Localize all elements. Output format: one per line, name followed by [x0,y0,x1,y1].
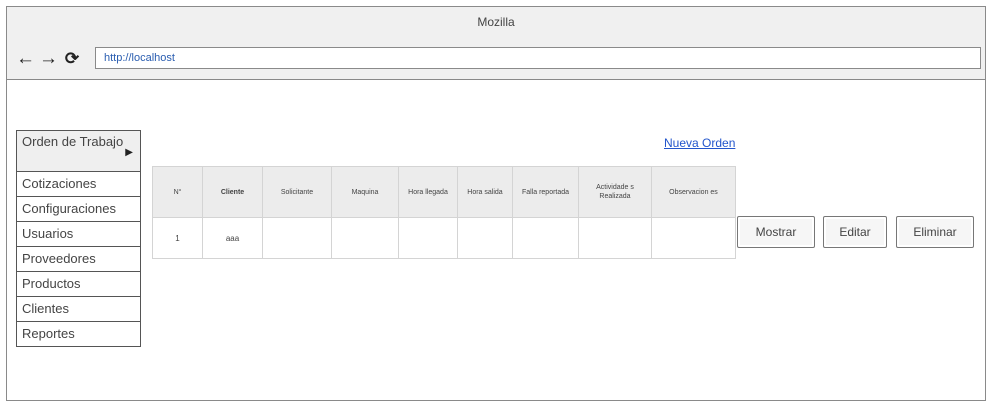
delete-button[interactable]: Eliminar [896,216,974,248]
table-header-row: N° Cliente Solicitante Maquina Hora lleg… [152,166,736,218]
edit-button[interactable]: Editar [823,216,887,248]
table-cell [398,217,458,259]
back-icon[interactable]: ← [16,49,35,69]
table-cell: 1 [152,217,203,259]
sidebar-item-cotizaciones[interactable]: Cotizaciones [16,172,141,197]
table-cell [512,217,579,259]
reload-icon[interactable]: ⟳ [63,49,81,69]
column-header-solicitante: Solicitante [262,166,332,218]
sidebar-item-label: Reportes [22,326,75,341]
table-cell: aaa [202,217,263,259]
column-header-falla-reportada: Falla reportada [512,166,579,218]
table-cell [651,217,736,259]
window-title: Mozilla [477,15,515,29]
sidebar-item-productos[interactable]: Productos [16,272,141,297]
navigation-bar: ← → ⟳ http://localhost [7,41,985,80]
sidebar-item-proveedores[interactable]: Proveedores [16,247,141,272]
title-bar: Mozilla [7,7,985,42]
orders-table: N° Cliente Solicitante Maquina Hora lleg… [152,166,736,259]
new-order-link[interactable]: Nueva Orden [664,136,735,150]
sidebar-item-reportes[interactable]: Reportes [16,322,141,347]
url-field[interactable]: http://localhost [95,47,981,69]
sidebar-item-configuraciones[interactable]: Configuraciones [16,197,141,222]
forward-icon[interactable]: → [39,49,58,69]
sidebar-item-label: Usuarios [22,226,74,241]
sidebar-item-label: Orden de Trabajo [22,134,124,149]
arrow-right-icon: ▶ [125,147,133,158]
column-header-actividades-realizada: Actividade s Realizada [578,166,652,218]
sidebar-item-orden-de-trabajo[interactable]: Orden de Trabajo ▶ [16,130,141,172]
table-row[interactable]: 1 aaa [152,217,736,259]
show-button[interactable]: Mostrar [737,216,815,248]
sidebar-item-label: Cotizaciones [22,176,97,191]
table-cell [262,217,332,259]
column-header-hora-llegada: Hora llegada [398,166,458,218]
column-header-numero: N° [152,166,203,218]
column-header-cliente: Cliente [202,166,263,218]
table-cell [578,217,652,259]
sidebar-item-label: Proveedores [22,251,96,266]
column-header-maquina: Maquina [331,166,399,218]
column-header-observaciones: Observacion es [651,166,736,218]
table-cell [331,217,399,259]
sidebar-item-label: Configuraciones [22,201,116,216]
sidebar-item-usuarios[interactable]: Usuarios [16,222,141,247]
column-header-hora-salida: Hora salida [457,166,513,218]
side-menu: Orden de Trabajo ▶ Cotizaciones Configur… [16,130,141,347]
sidebar-item-label: Clientes [22,301,69,316]
table-cell [457,217,513,259]
sidebar-item-clientes[interactable]: Clientes [16,297,141,322]
sidebar-item-label: Productos [22,276,81,291]
